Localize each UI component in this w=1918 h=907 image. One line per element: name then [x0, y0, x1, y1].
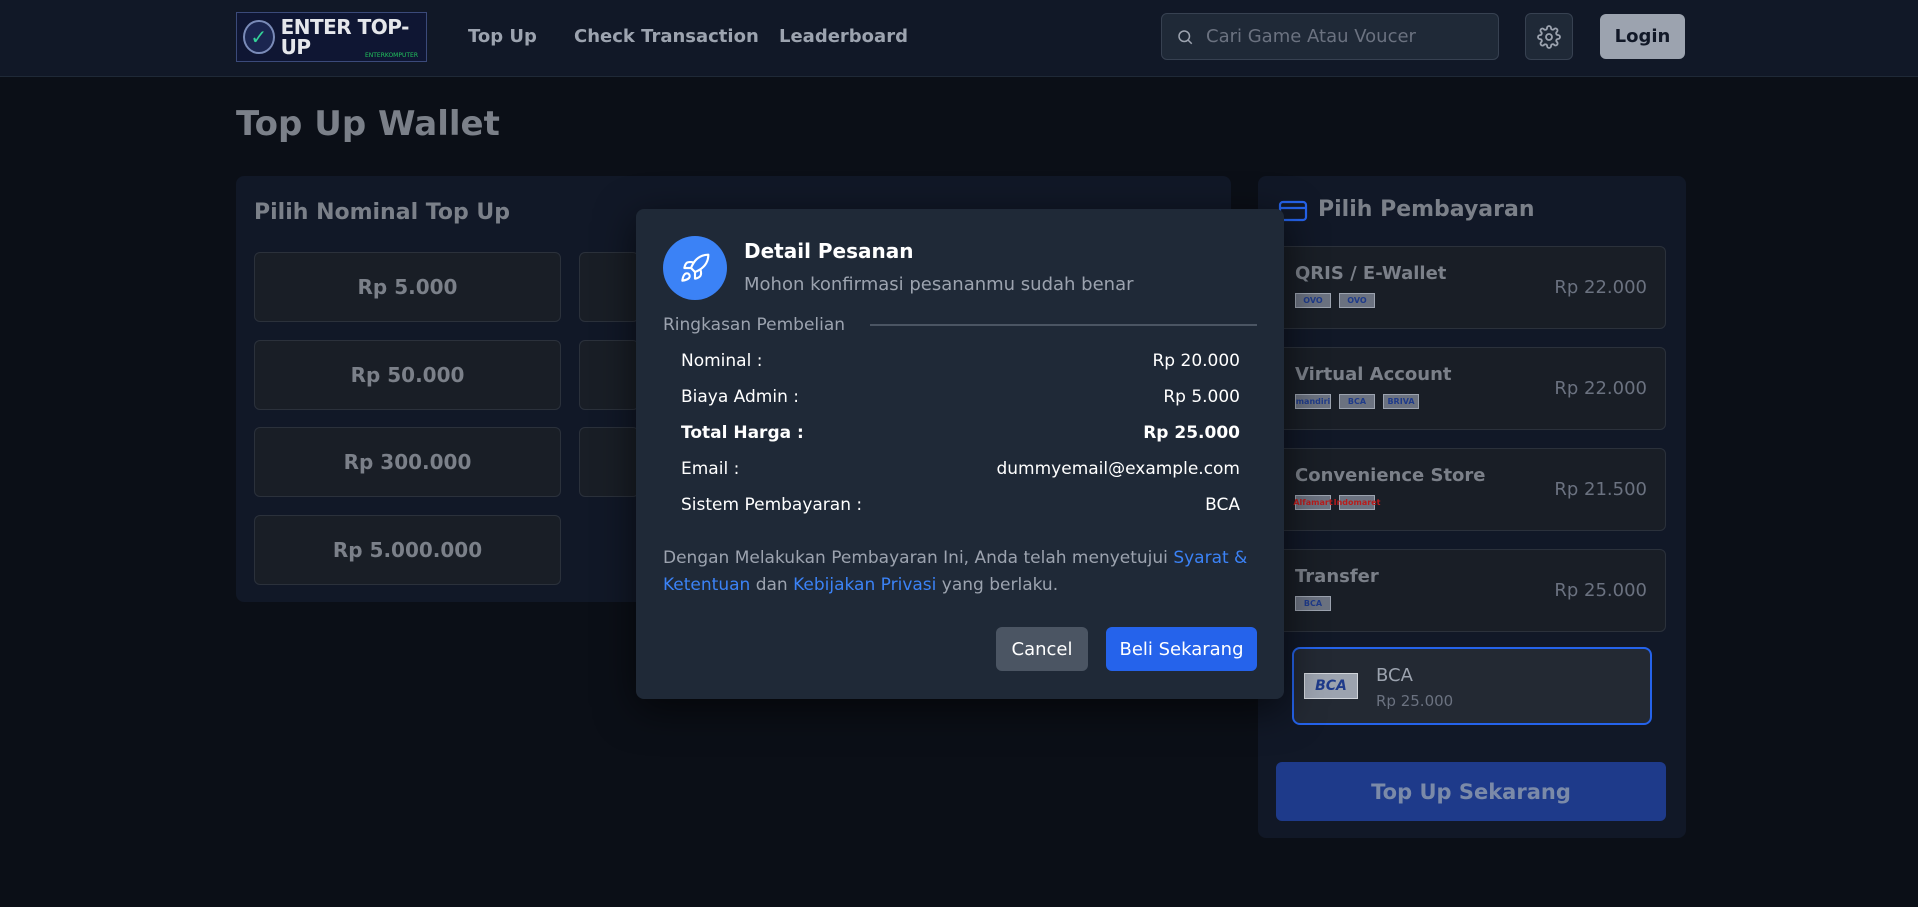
total-price-label: Total Harga :	[681, 423, 804, 443]
payment-category-transfer[interactable]: Transfer BCA Rp 25.000	[1276, 549, 1666, 632]
nominal-option[interactable]: Rp 50.000	[254, 340, 561, 410]
nominal-option[interactable]: Rp 5.000.000	[254, 515, 561, 585]
top-navbar: ✓ ENTER TOP-UP ENTERKOMPUTER Top Up Chec…	[0, 0, 1918, 77]
terms-suffix: yang berlaku.	[936, 575, 1059, 595]
payment-category-name: QRIS / E-Wallet	[1295, 263, 1447, 284]
nominal-value: Rp 20.000	[1152, 351, 1241, 371]
logo-text: ENTER TOP-UP	[280, 15, 410, 59]
payment-logo: BCA	[1339, 394, 1375, 409]
terms-prefix: Dengan Melakukan Pembayaran Ini, Anda te…	[663, 548, 1174, 568]
rocket-icon	[663, 236, 727, 300]
payment-category-name: Convenience Store	[1295, 465, 1486, 486]
page-title: Top Up Wallet	[236, 104, 500, 144]
payment-system-label: Sistem Pembayaran :	[681, 495, 863, 515]
order-detail-modal: Detail Pesanan Mohon konfirmasi pesananm…	[636, 209, 1284, 699]
payment-category-price: Rp 22.000	[1554, 277, 1647, 298]
payment-logo: OVO	[1339, 293, 1375, 308]
payment-logo: mandiri	[1295, 394, 1331, 409]
nominal-option-obscured[interactable]	[579, 340, 639, 410]
selected-method-name: BCA	[1376, 665, 1413, 686]
login-button[interactable]: Login	[1600, 14, 1685, 59]
nominal-option-obscured[interactable]	[579, 427, 639, 497]
search-input[interactable]	[1206, 26, 1486, 47]
nominal-option-obscured[interactable]	[579, 252, 639, 322]
top-up-now-button[interactable]: Top Up Sekarang	[1276, 762, 1666, 821]
selected-method-price: Rp 25.000	[1376, 692, 1454, 710]
logo-check-icon: ✓	[243, 20, 275, 54]
nav-leaderboard[interactable]: Leaderboard	[779, 26, 908, 47]
payment-panel: Pilih Pembayaran QRIS / E-Wallet OVO OVO…	[1258, 176, 1686, 838]
admin-fee-label: Biaya Admin :	[681, 387, 799, 407]
total-price-value: Rp 25.000	[1143, 423, 1240, 443]
payment-category-price: Rp 22.000	[1554, 378, 1647, 399]
nominal-label: Nominal :	[681, 351, 763, 371]
terms-notice: Dengan Melakukan Pembayaran Ini, Anda te…	[663, 545, 1263, 599]
buy-now-button[interactable]: Beli Sekarang	[1106, 627, 1257, 671]
payment-category-price: Rp 21.500	[1554, 479, 1647, 500]
payment-logo: OVO	[1295, 293, 1331, 308]
bca-logo: BCA	[1304, 673, 1358, 699]
nominal-option[interactable]: Rp 300.000	[254, 427, 561, 497]
payment-category-price: Rp 25.000	[1554, 580, 1647, 601]
payment-logo: Indomaret	[1334, 495, 1380, 510]
summary-label: Ringkasan Pembelian	[663, 315, 846, 335]
terms-mid: dan	[750, 575, 794, 595]
payment-logo: BCA	[1295, 596, 1331, 611]
modal-title: Detail Pesanan	[744, 239, 914, 263]
payment-title: Pilih Pembayaran	[1318, 197, 1535, 222]
email-label: Email :	[681, 459, 740, 479]
payment-category-name: Transfer	[1295, 566, 1379, 587]
nominal-title: Pilih Nominal Top Up	[254, 200, 510, 225]
gear-icon	[1537, 24, 1561, 49]
payment-logo: BRIVA	[1383, 394, 1419, 409]
payment-category-virtual-account[interactable]: Virtual Account mandiri BCA BRIVA Rp 22.…	[1276, 347, 1666, 430]
admin-fee-value: Rp 5.000	[1163, 387, 1240, 407]
logo-subtext: ENTERKOMPUTER	[364, 52, 418, 59]
search-box[interactable]	[1161, 13, 1499, 60]
nav-top-up[interactable]: Top Up	[468, 26, 537, 47]
payment-logo: Alfamart	[1293, 495, 1333, 510]
search-icon	[1178, 29, 1193, 44]
nav-check-transaction[interactable]: Check Transaction	[574, 26, 759, 47]
settings-button[interactable]	[1525, 13, 1573, 60]
email-value: dummyemail@example.com	[996, 459, 1240, 479]
site-logo[interactable]: ✓ ENTER TOP-UP ENTERKOMPUTER	[236, 12, 427, 62]
privacy-link[interactable]: Kebijakan Privasi	[793, 575, 936, 595]
selected-payment-method[interactable]: BCA BCA Rp 25.000	[1292, 647, 1652, 725]
modal-subtitle: Mohon konfirmasi pesananmu sudah benar	[744, 274, 1134, 295]
payment-category-name: Virtual Account	[1295, 364, 1452, 385]
cancel-button[interactable]: Cancel	[996, 627, 1088, 671]
payment-category-convenience-store[interactable]: Convenience Store Alfamart Indomaret Rp …	[1276, 448, 1666, 531]
payment-system-value: BCA	[1205, 495, 1240, 515]
summary-divider	[870, 324, 1257, 326]
nominal-option[interactable]: Rp 5.000	[254, 252, 561, 322]
payment-category-qris[interactable]: QRIS / E-Wallet OVO OVO Rp 22.000	[1276, 246, 1666, 329]
